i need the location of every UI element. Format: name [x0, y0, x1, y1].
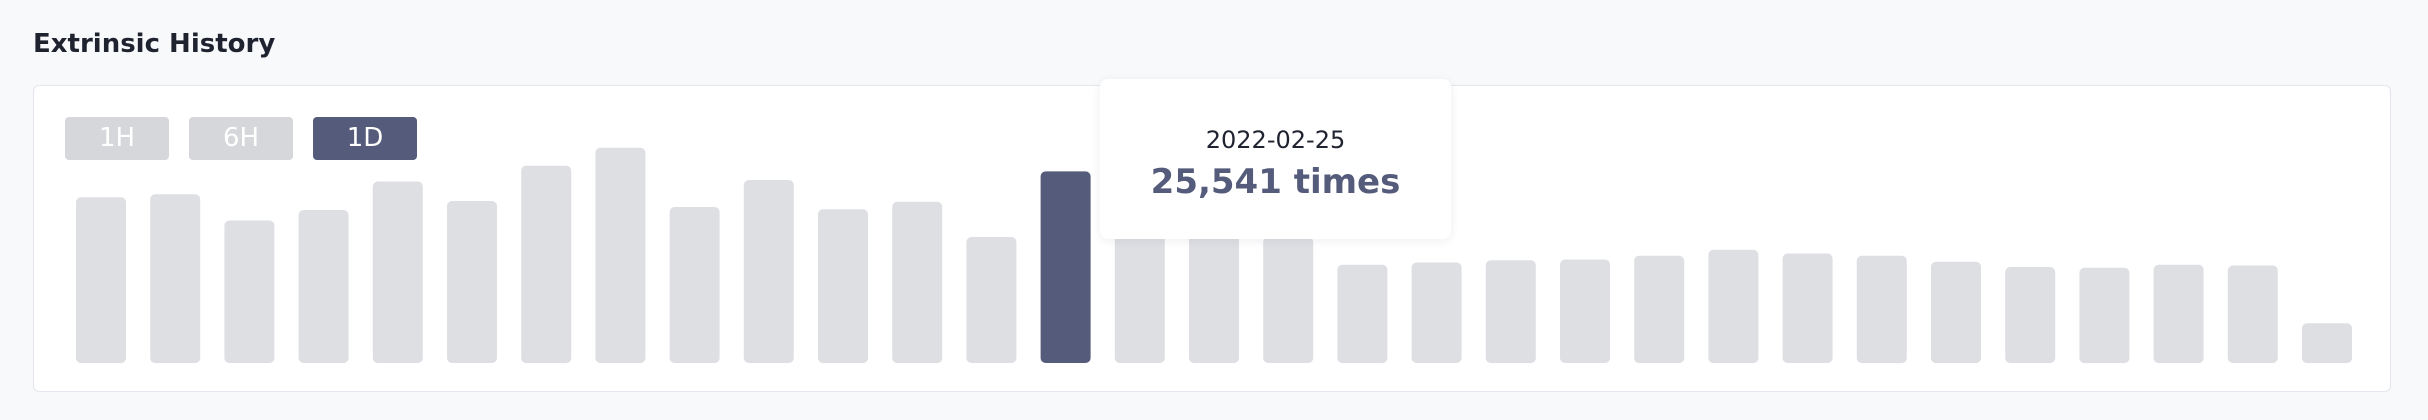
bar[interactable]: [447, 201, 497, 363]
bar[interactable]: [1560, 259, 1610, 364]
bar[interactable]: [150, 194, 201, 364]
bar[interactable]: [1782, 253, 1833, 364]
bar[interactable]: [1411, 262, 1462, 364]
bar[interactable]: [818, 209, 868, 364]
bar[interactable]: [1337, 264, 1388, 364]
tooltip-value-row: 25,541 times: [1100, 161, 1451, 203]
range-tab-1d[interactable]: 1D: [313, 117, 417, 160]
bar[interactable]: [76, 197, 126, 364]
bar[interactable]: [2227, 265, 2278, 364]
time-range-tabs: 1H 6H 1D: [65, 117, 417, 160]
chart-tooltip: 2022-02-25 25,541 times: [1100, 79, 1451, 239]
bar[interactable]: [966, 237, 1017, 363]
bar[interactable]: [521, 165, 572, 364]
section-title: Extrinsic History: [33, 29, 276, 59]
tooltip-date: 2022-02-25: [1205, 126, 1346, 154]
range-tab-1h[interactable]: 1H: [65, 117, 169, 160]
bar[interactable]: [298, 210, 349, 363]
bar[interactable]: [1485, 260, 1536, 364]
bar[interactable]: [1856, 255, 1907, 364]
bar[interactable]: [892, 201, 943, 364]
bar-highlighted[interactable]: [1040, 171, 1091, 363]
bar[interactable]: [595, 147, 646, 364]
bar[interactable]: [1931, 261, 1981, 364]
bar[interactable]: [2302, 323, 2352, 364]
bar[interactable]: [1634, 255, 1685, 364]
bar[interactable]: [743, 180, 794, 363]
range-tab-6h[interactable]: 6H: [189, 117, 293, 160]
bar[interactable]: [224, 220, 275, 364]
tooltip-unit: times: [1293, 162, 1401, 202]
tooltip-value: 25,541: [1150, 162, 1282, 202]
bar[interactable]: [372, 181, 423, 364]
bar[interactable]: [1708, 249, 1759, 364]
bar[interactable]: [669, 207, 720, 363]
bar[interactable]: [1263, 237, 1314, 363]
bar[interactable]: [2079, 267, 2130, 364]
bar[interactable]: [2153, 264, 2204, 364]
extrinsic-history-card: 1H 6H 1D 2022-02-25 25,541 times: [33, 79, 2391, 392]
bar[interactable]: [2005, 267, 2056, 363]
